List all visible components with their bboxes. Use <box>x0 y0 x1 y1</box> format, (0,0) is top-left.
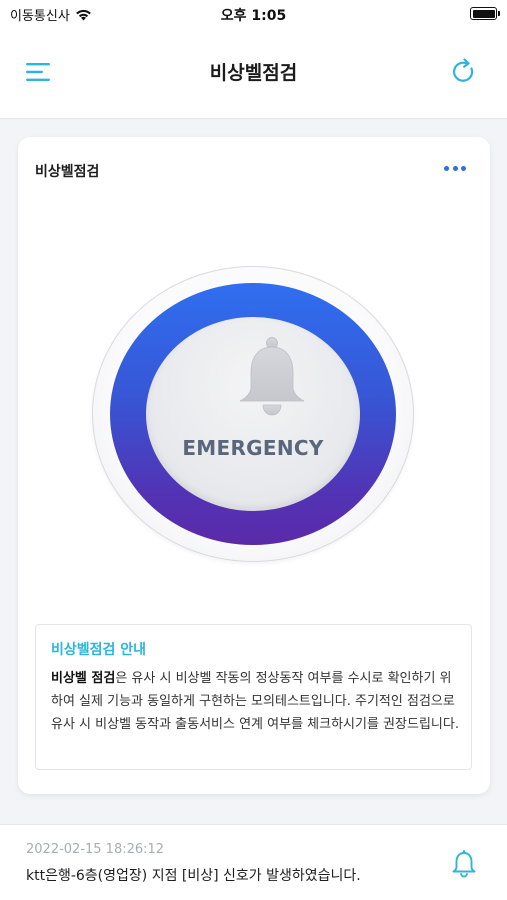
emergency-button[interactable]: EMERGENCY <box>91 266 415 562</box>
notification-message: ktt은행-6층(영업장) 지점 [비상] 신호가 발생하였습니다. <box>26 868 361 884</box>
guide-text: 비상벨 점검은 유사 시 비상벨 작동의 정상동작 여부를 수시로 확인하기 위… <box>51 667 461 736</box>
status-bar: 이동통신사 오후 1:05 <box>0 0 507 30</box>
guide-title: 비상벨점검 안내 <box>51 642 147 658</box>
page-title: 비상벨점검 <box>209 62 298 84</box>
guide-box: 비상벨점검 안내 비상벨 점검은 유사 시 비상벨 작동의 정상동작 여부를 수… <box>35 624 472 770</box>
refresh-button[interactable] <box>451 58 477 86</box>
refresh-icon <box>453 58 474 82</box>
more-options-button[interactable] <box>444 166 466 174</box>
card-title: 비상벨점검 <box>35 164 100 180</box>
notification-timestamp: 2022-02-15 18:26:12 <box>26 842 165 857</box>
notification-bell-button[interactable] <box>451 850 477 878</box>
status-time: 오후 1:05 <box>220 8 287 24</box>
emergency-label: EMERGENCY <box>182 436 324 460</box>
emergency-check-card: 비상벨점검 EMERGENCY 비상벨점검 안내 비상벨 점검은 유사 시 비상… <box>18 137 490 794</box>
bell-icon <box>239 337 305 416</box>
guide-bold-lead: 비상벨 점검 <box>51 671 116 686</box>
latest-notification[interactable]: 2022-02-15 18:26:12 ktt은행-6층(영업장) 지점 [비상… <box>0 824 507 900</box>
bell-outline-icon <box>452 850 476 878</box>
battery-icon <box>470 7 500 20</box>
more-dots-icon <box>444 166 449 171</box>
app-header: 비상벨점검 <box>0 30 507 118</box>
